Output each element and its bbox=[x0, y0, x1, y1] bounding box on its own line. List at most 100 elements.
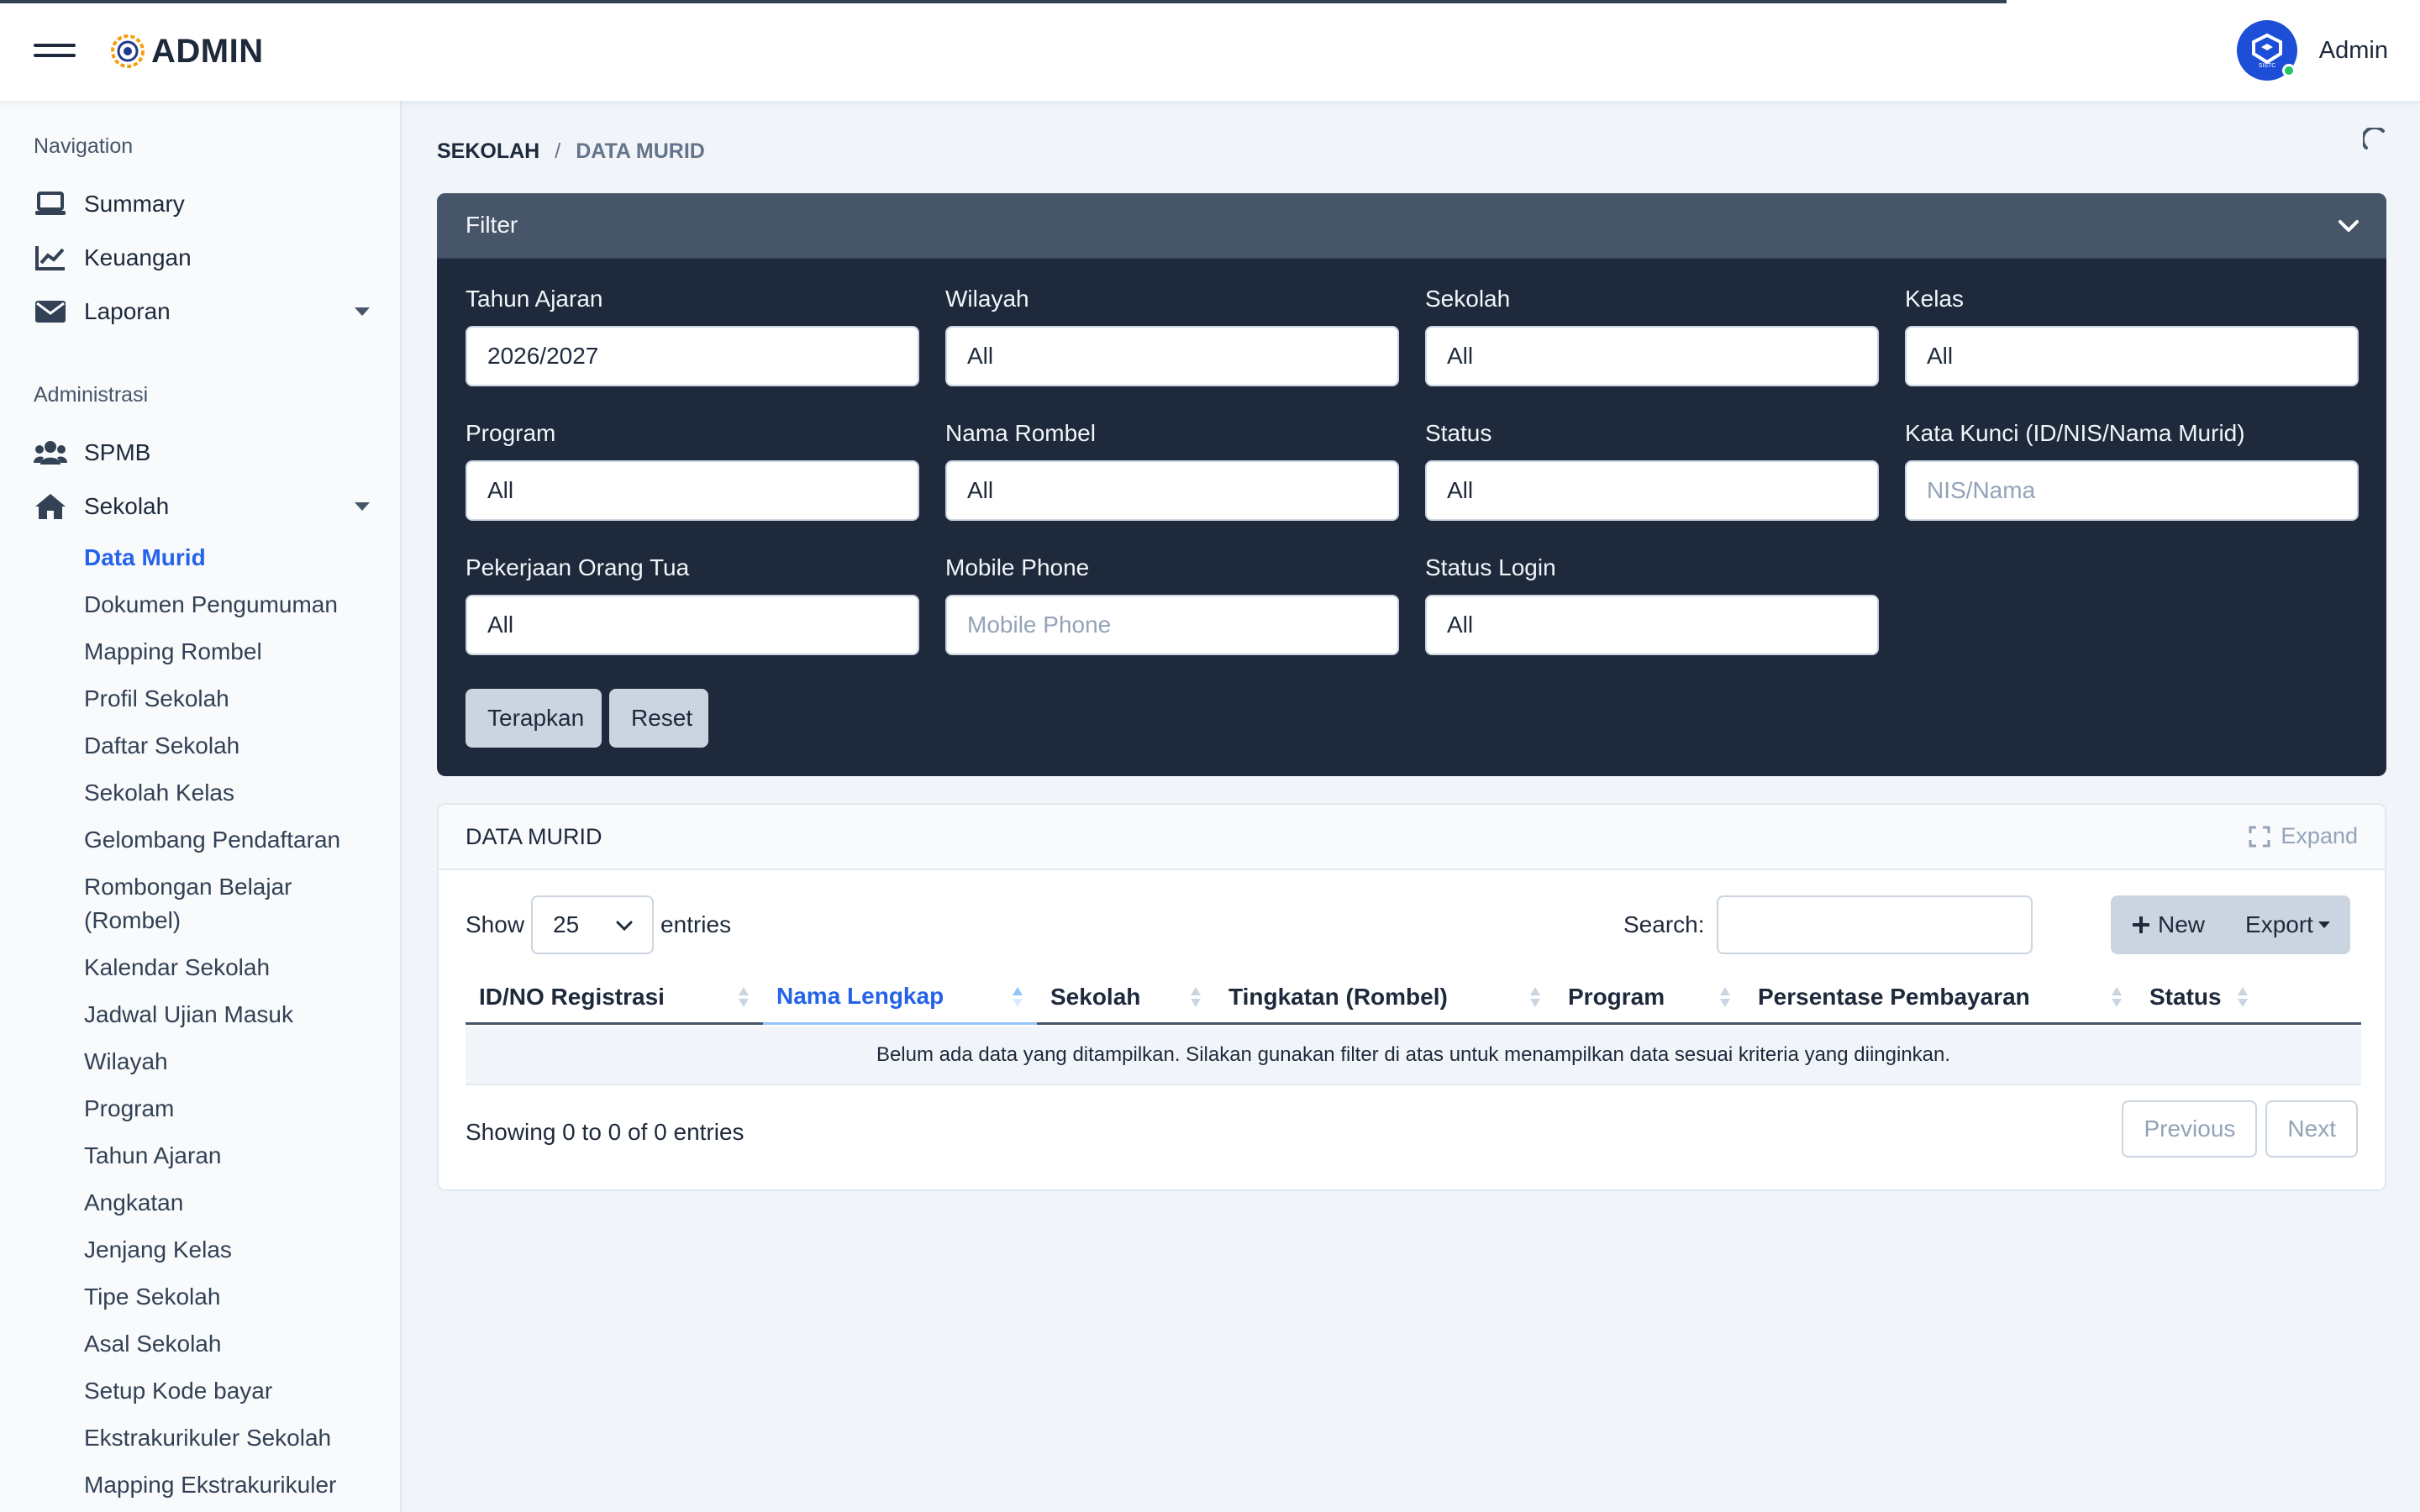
entries-per-page-select[interactable]: 25 bbox=[531, 895, 655, 954]
filter-field-nama-rombel: Nama Rombel bbox=[945, 417, 1399, 521]
submenu-item-rombel[interactable]: (Rombel) bbox=[84, 904, 181, 937]
sidebar-item-sekolah[interactable]: Sekolah bbox=[34, 486, 378, 528]
filter-field-tahun-ajaran: Tahun Ajaran bbox=[466, 282, 919, 386]
submenu-item-tahun-ajaran[interactable]: Tahun Ajaran bbox=[84, 1139, 221, 1173]
submenu-item-asal-sekolah[interactable]: Asal Sekolah bbox=[84, 1327, 221, 1361]
submenu-item-angkatan[interactable]: Angkatan bbox=[84, 1186, 183, 1220]
tahun-ajaran-select[interactable] bbox=[466, 326, 919, 386]
sidebar-item-keuangan[interactable]: Keuangan bbox=[34, 237, 378, 279]
column-header-tingkatan-rombel[interactable]: Tingkatan (Rombel) bbox=[1215, 969, 1555, 1025]
column-header-program[interactable]: Program bbox=[1555, 969, 1744, 1025]
filter-header[interactable]: Filter bbox=[437, 193, 2386, 259]
online-status-dot bbox=[2281, 64, 2296, 77]
submenu-item-jenjang-kelas[interactable]: Jenjang Kelas bbox=[84, 1233, 232, 1267]
filter-label: Kata Kunci (ID/NIS/Nama Murid) bbox=[1905, 420, 2245, 446]
column-header-persentase-pembayaran[interactable]: Persentase Pembayaran bbox=[1744, 969, 2136, 1025]
export-dropdown-button[interactable]: Export bbox=[2225, 895, 2350, 954]
submenu-item-wilayah[interactable]: Wilayah bbox=[84, 1045, 168, 1079]
submenu-item-daftar-sekolah[interactable]: Daftar Sekolah bbox=[84, 729, 239, 763]
column-header-label: Tingkatan (Rombel) bbox=[1228, 984, 1448, 1010]
filter-label: Status bbox=[1425, 420, 1492, 446]
sidebar-item-summary[interactable]: Summary bbox=[34, 183, 378, 225]
sekolah-select[interactable] bbox=[1425, 326, 1879, 386]
column-header-label: Status bbox=[2149, 984, 2222, 1010]
reset-filter-button[interactable]: Reset bbox=[609, 689, 708, 748]
column-header-nama-lengkap[interactable]: Nama Lengkap bbox=[763, 969, 1037, 1025]
expand-button[interactable]: Expand bbox=[2249, 823, 2358, 849]
column-header-id-registrasi[interactable]: ID/NO Registrasi bbox=[466, 969, 763, 1025]
submenu-item-setup-kode-bayar[interactable]: Setup Kode bayar bbox=[84, 1374, 272, 1408]
chevron-down-icon[interactable] bbox=[2334, 212, 2363, 240]
submenu-item-profil-sekolah[interactable]: Profil Sekolah bbox=[84, 682, 229, 716]
next-page-button[interactable]: Next bbox=[2265, 1100, 2358, 1158]
submenu-item-tipe-sekolah[interactable]: Tipe Sekolah bbox=[84, 1280, 220, 1314]
filter-label: Wilayah bbox=[945, 286, 1029, 312]
status-select[interactable] bbox=[1425, 460, 1879, 521]
entries-label: entries bbox=[660, 911, 732, 937]
filter-field-pekerjaan-orang-tua: Pekerjaan Orang Tua bbox=[466, 551, 919, 655]
submenu-item-program[interactable]: Program bbox=[84, 1092, 174, 1126]
sidebar-item-spmb[interactable]: SPMB bbox=[34, 432, 378, 474]
wilayah-select[interactable] bbox=[945, 326, 1399, 386]
submenu-item-ekstrakurikuler-sekolah[interactable]: Ekstrakurikuler Sekolah bbox=[84, 1421, 331, 1455]
gear-logo-icon bbox=[111, 34, 145, 68]
previous-page-button[interactable]: Previous bbox=[2122, 1100, 2258, 1158]
data-panel-header: DATA MURID Expand bbox=[439, 805, 2385, 870]
table-empty-row: Belum ada data yang ditampilkan. Silakan… bbox=[466, 1026, 2361, 1085]
breadcrumb: SEKOLAH / DATA MURID bbox=[437, 139, 705, 164]
home-icon bbox=[34, 490, 67, 523]
expand-label: Expand bbox=[2281, 823, 2358, 848]
envelope-icon bbox=[34, 295, 67, 328]
breadcrumb-root[interactable]: SEKOLAH bbox=[437, 139, 539, 164]
column-header-label: Program bbox=[1568, 984, 1665, 1010]
sidebar-item-laporan[interactable]: Laporan bbox=[34, 291, 378, 333]
submenu-item-rombongan-belajar[interactable]: Rombongan Belajar bbox=[84, 870, 292, 904]
table-search-input[interactable] bbox=[1716, 895, 2033, 954]
users-icon bbox=[34, 436, 67, 470]
submenu-item-kalendar-sekolah[interactable]: Kalendar Sekolah bbox=[84, 951, 270, 984]
sidebar-item-label: Sekolah bbox=[84, 493, 170, 519]
column-header-sekolah[interactable]: Sekolah bbox=[1037, 969, 1215, 1025]
filter-field-status: Status bbox=[1425, 417, 1879, 521]
expand-icon bbox=[2249, 826, 2270, 847]
filter-label: Status Login bbox=[1425, 554, 1556, 580]
avatar[interactable]: SISTC bbox=[2236, 20, 2297, 81]
status-login-select[interactable] bbox=[1425, 595, 1879, 655]
submenu-item-mapping-ekstrakurikuler[interactable]: Mapping Ekstrakurikuler bbox=[84, 1468, 336, 1502]
sort-ascending-icon bbox=[1013, 987, 1023, 1007]
submenu-item-mapping-rombel[interactable]: Mapping Rombel bbox=[84, 635, 262, 669]
submenu-item-dokumen-pengumuman[interactable]: Dokumen Pengumuman bbox=[84, 588, 338, 622]
chart-line-icon bbox=[34, 241, 67, 275]
filter-field-sekolah: Sekolah bbox=[1425, 282, 1879, 386]
entries-per-page-value: 25 bbox=[553, 911, 580, 937]
filter-label: Tahun Ajaran bbox=[466, 286, 603, 312]
kata-kunci-input[interactable] bbox=[1905, 460, 2359, 521]
column-header-label: Nama Lengkap bbox=[776, 982, 944, 1009]
filter-field-wilayah: Wilayah bbox=[945, 282, 1399, 386]
filter-label: Mobile Phone bbox=[945, 554, 1090, 580]
submenu-item-data-murid[interactable]: Data Murid bbox=[84, 541, 206, 575]
column-header-status[interactable]: Status bbox=[2136, 969, 2262, 1025]
laptop-icon bbox=[34, 187, 67, 221]
sidebar: Navigation Summary Keuangan Laporan Admi… bbox=[0, 101, 402, 1512]
hamburger-menu-icon[interactable] bbox=[34, 39, 76, 62]
filter-field-status-login: Status Login bbox=[1425, 551, 1879, 655]
submenu-item-jadwal-ujian-masuk[interactable]: Jadwal Ujian Masuk bbox=[84, 998, 293, 1032]
filter-panel: Filter Tahun Ajaran Wilayah Sekolah Kela… bbox=[437, 193, 2386, 776]
submenu-item-sekolah-kelas[interactable]: Sekolah Kelas bbox=[84, 776, 234, 810]
program-select[interactable] bbox=[466, 460, 919, 521]
mobile-phone-input[interactable] bbox=[945, 595, 1399, 655]
kelas-select[interactable] bbox=[1905, 326, 2359, 386]
column-header-label: Sekolah bbox=[1050, 984, 1141, 1010]
apply-filter-button[interactable]: Terapkan bbox=[466, 689, 602, 748]
sort-icon bbox=[2112, 987, 2122, 1007]
new-button[interactable]: New bbox=[2111, 895, 2225, 954]
search-label: Search: bbox=[1623, 911, 1705, 937]
show-label: Show bbox=[466, 911, 525, 937]
user-menu[interactable]: SISTC Admin bbox=[2236, 18, 2388, 82]
brand[interactable]: ADMIN bbox=[109, 30, 264, 72]
nama-rombel-select[interactable] bbox=[945, 460, 1399, 521]
entries-length-control: Show 25 entries bbox=[466, 895, 731, 954]
pekerjaan-orang-tua-select[interactable] bbox=[466, 595, 919, 655]
submenu-item-gelombang-pendaftaran[interactable]: Gelombang Pendaftaran bbox=[84, 823, 340, 857]
